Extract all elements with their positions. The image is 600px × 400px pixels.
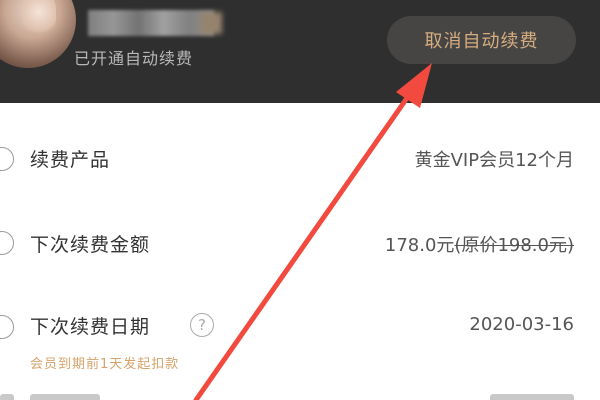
subscription-status: 已开通自动续费 <box>74 49 194 68</box>
help-icon[interactable]: ? <box>190 313 214 337</box>
product-icon <box>0 147 14 171</box>
partial-row-icon <box>0 394 14 400</box>
renew-product-label: 续费产品 <box>30 149 111 171</box>
next-amount-value: 178.0元(原价198.0元) <box>385 231 574 257</box>
date-icon <box>0 315 14 339</box>
next-date-value: 2020-03-16 <box>469 314 574 335</box>
cancel-auto-renew-button[interactable]: 取消自动续费 <box>387 16 576 64</box>
amount-icon <box>0 231 14 255</box>
next-row-partial <box>0 390 600 400</box>
next-date-label: 下次续费日期 <box>30 316 151 338</box>
account-header: 已开通自动续费 取消自动续费 <box>0 0 600 103</box>
avatar[interactable] <box>0 0 76 68</box>
arrow-shaft <box>193 85 417 400</box>
next-amount-label: 下次续费金额 <box>30 234 151 256</box>
next-amount-price: 178.0元 <box>384 235 455 256</box>
username-blurred <box>88 10 214 36</box>
original-price: (原价198.0元) <box>454 235 574 256</box>
renew-product-value: 黄金VIP会员12个月 <box>414 150 574 171</box>
charge-note: 会员到期前1天发起扣款 <box>30 357 180 372</box>
partial-row-label <box>30 394 100 400</box>
partial-row-value <box>490 394 574 400</box>
